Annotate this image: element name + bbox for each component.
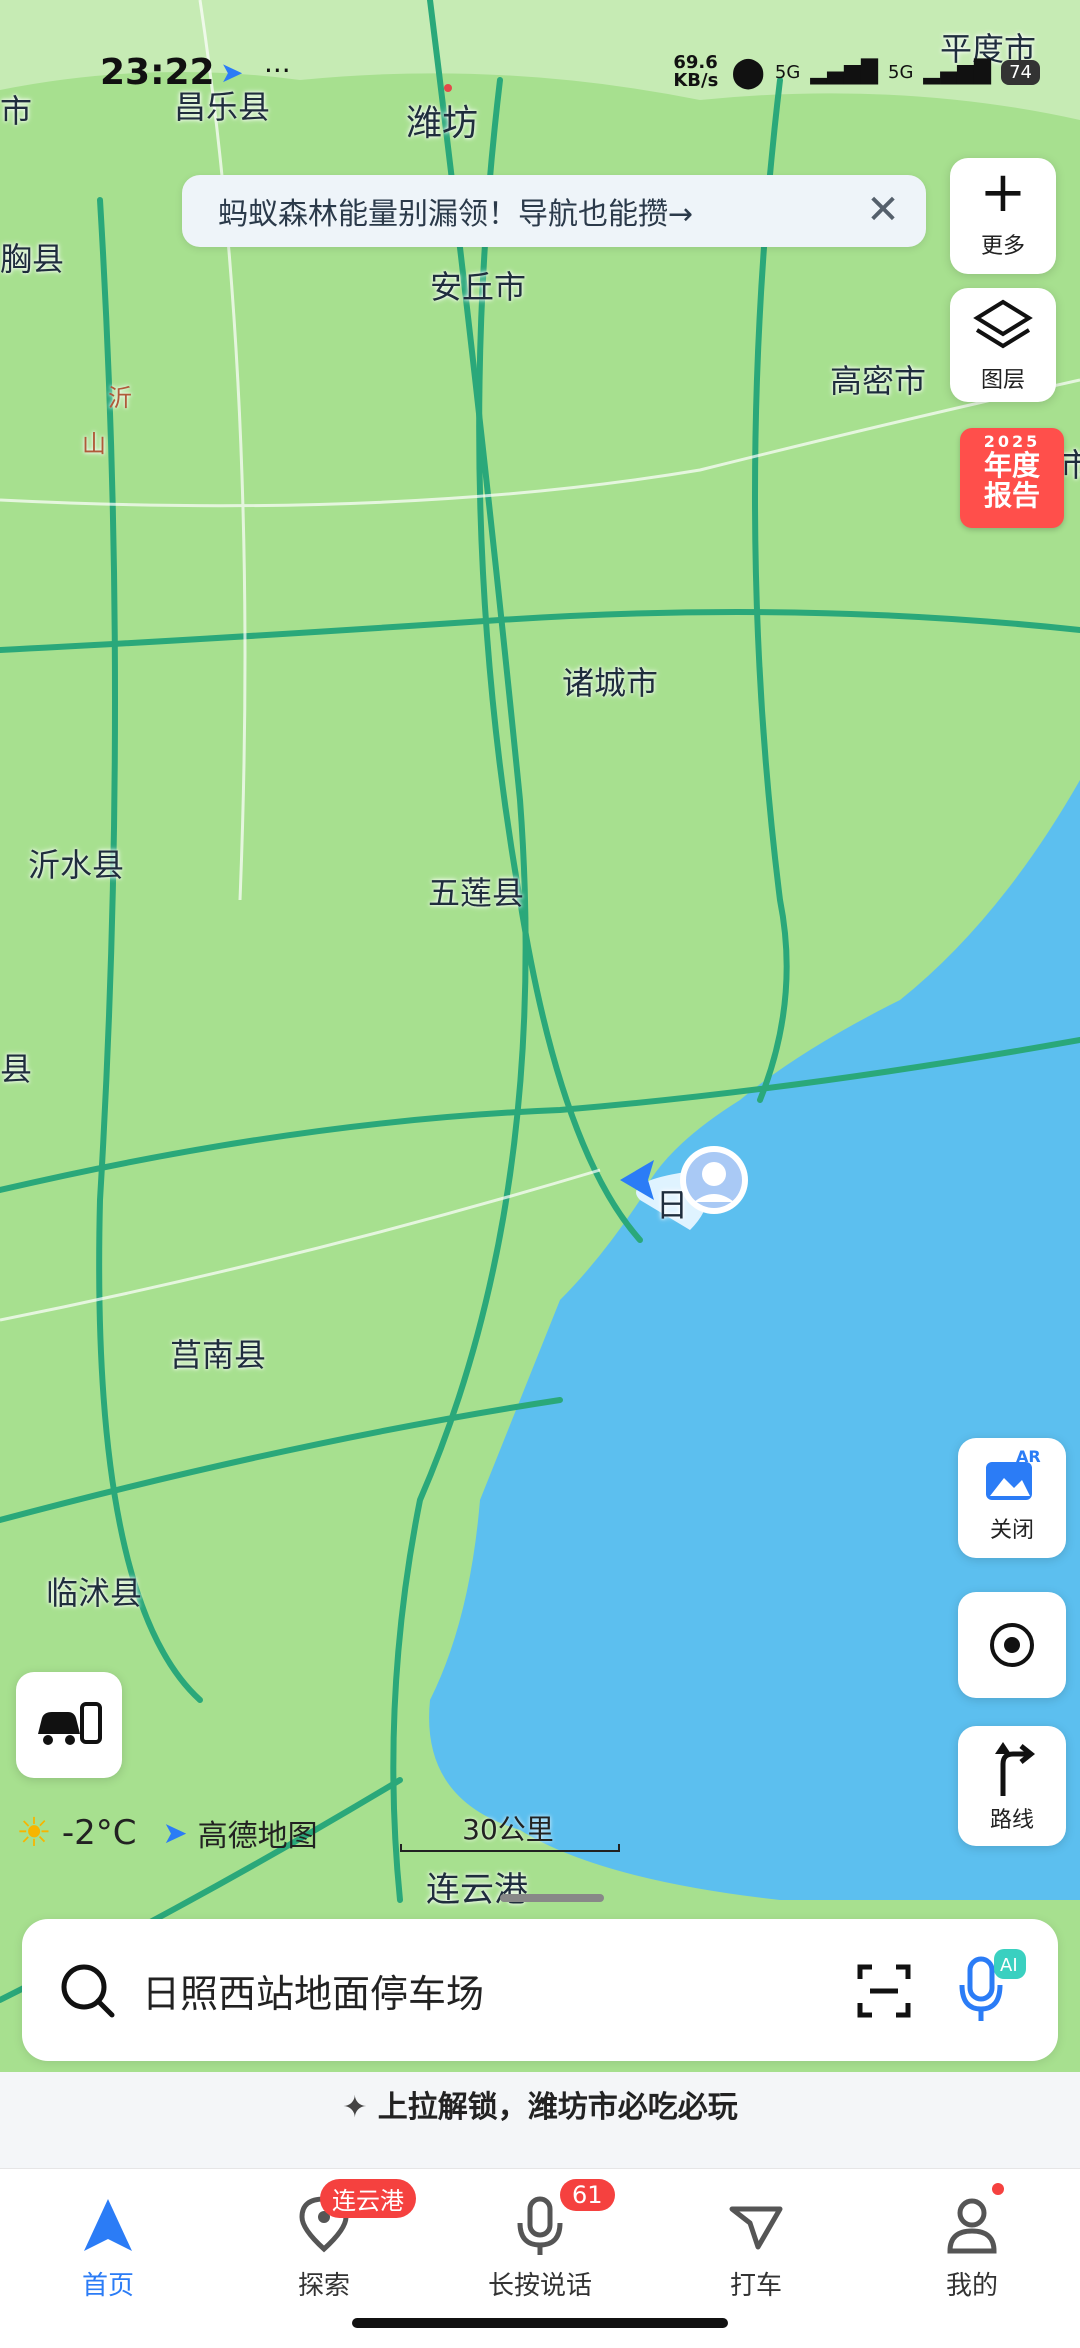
sun-icon: ☀ [16,1810,52,1856]
map-label: 莒南县 [170,1336,267,1374]
map-label: 沂水县 [28,846,125,884]
svg-text:AR: AR [1016,1448,1041,1466]
signal-icon: ▂▄▆█ [810,59,878,85]
net-speed: 69.6 KB/s [673,52,719,91]
more-label: 更多 [980,234,1025,259]
route-button[interactable]: 路线 [958,1726,1066,1846]
annual-line2: 报告 [983,479,1040,512]
status-bar: 23:22 ➤ ··· 69.6 KB/s ⬤ 5G ▂▄▆█ 5G ▂▄▆█ … [100,52,1040,96]
search-bar[interactable]: 日照西站地面停车场 AI [22,1919,1058,2061]
tab-label: 探索 [297,2271,350,2301]
weather-temp: -2°C [61,1813,137,1853]
tab-taxi[interactable]: 打车 [666,2189,846,2302]
locate-icon [990,1623,1034,1667]
brand-logo-icon: ➤ [162,1815,188,1851]
route-icon [995,1742,1036,1796]
notification-dot [992,2183,1004,2195]
tab-label: 我的 [945,2271,998,2301]
more-button[interactable]: + 更多 [950,158,1056,274]
taxi-icon [729,2206,783,2250]
tab-explore[interactable]: 探索 连云港 [234,2179,416,2302]
annual-year: 2025 [983,432,1041,451]
ar-label: 关闭 [989,1518,1034,1543]
annual-report-button[interactable]: 2025 年度 报告 [960,428,1064,528]
signal-label-1: 5G [774,61,801,83]
layers-label: 图层 [980,368,1025,393]
tab-label: 首页 [81,2271,134,2301]
map-label: 市 [0,92,33,130]
drag-handle[interactable] [500,1894,604,1902]
map-label: 潍坊 [406,103,479,144]
tab-label: 打车 [729,2271,782,2301]
tab-voice[interactable]: 长按说话 61 [450,2179,630,2302]
ai-voice-icon[interactable]: AI [958,1949,1028,2029]
map-scale: 30公里 [400,1808,620,1858]
promo-text: 上拉解锁，潍坊市必吃必玩 [377,2090,738,2125]
home-arrow-icon [84,2199,132,2251]
locate-button[interactable] [958,1592,1066,1698]
close-icon[interactable]: ✕ [860,187,906,233]
ar-button[interactable]: AR 关闭 [958,1438,1066,1558]
map-label: 五莲县 [428,874,525,912]
scan-icon[interactable] [854,1961,914,2021]
layers-button[interactable]: 图层 [950,288,1056,402]
weather-bar: ☀ -2°C ➤ 高德地图 [16,1810,318,1856]
navigation-arrow-icon [620,1146,748,1214]
location-pin-icon: ⬤ [731,54,765,90]
tab-label: 长按说话 [487,2271,592,2301]
signal-label-2: 5G [888,61,914,83]
tab-mine[interactable]: 我的 [882,2183,1062,2302]
search-icon [61,1964,115,2018]
map-label: 连云港 [426,1870,528,1910]
brand-name: 高德地图 [197,1819,318,1854]
route-label: 路线 [989,1808,1034,1833]
map-label: 县 [0,1050,33,1088]
scale-text: 30公里 [462,1813,554,1846]
promo-banner[interactable]: 蚂蚁森林能量别漏领！导航也能攒→ ✕ [182,175,926,247]
plus-icon: + [979,160,1027,225]
user-icon [947,2198,997,2254]
svg-text:AI: AI [1000,1955,1018,1976]
more-dots-icon: ··· [264,54,291,87]
layers-icon [973,299,1033,349]
annual-line1: 年度 [983,449,1040,482]
promo-strip[interactable]: ✦ 上拉解锁，潍坊市必吃必玩 [0,2072,1080,2172]
traffic-car-icon [38,1702,102,1745]
map-label: 胸县 [0,240,65,278]
ar-icon: AR [986,1447,1041,1500]
tab-home[interactable]: 首页 [18,2189,198,2302]
signal-icon: ▂▄▆█ [923,59,992,85]
explore-badge: 连云港 [320,2179,416,2218]
battery-indicator: 74 [1001,59,1040,85]
map-label: 沂 [108,384,132,412]
sparkle-icon: ✦ [342,2090,368,2125]
map-label: 临沭县 [46,1574,143,1612]
scale-bar [400,1844,620,1852]
banner-text: 蚂蚁森林能量别漏领！导航也能攒→ [218,197,694,232]
map-label: 诸城市 [562,664,659,702]
home-indicator [352,2318,728,2328]
voice-badge: 61 [560,2179,615,2211]
status-time: 23:22 [100,52,215,93]
map-label: 安丘市 [430,268,527,306]
search-input[interactable]: 日照西站地面停车场 [142,1963,484,2018]
map-label: 高密市 [830,362,927,400]
status-icons: 69.6 KB/s ⬤ 5G ▂▄▆█ 5G ▂▄▆█ 74 [673,54,1040,90]
location-arrow-icon: ➤ [220,56,244,89]
my-location-marker[interactable] [620,1142,750,1222]
traffic-button[interactable] [16,1672,122,1778]
map-label: 山 [82,430,106,458]
